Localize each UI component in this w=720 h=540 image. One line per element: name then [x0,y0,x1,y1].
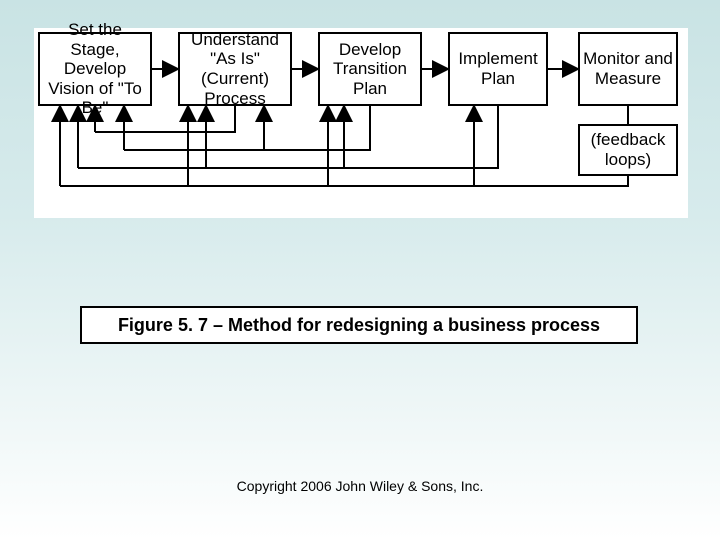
figure-caption-text: Figure 5. 7 – Method for redesigning a b… [118,315,600,336]
diagram-panel: Set the Stage, Develop Vision of "To Be"… [34,28,688,218]
copyright-text: Copyright 2006 John Wiley & Sons, Inc. [237,478,484,494]
flow-arrows [34,28,688,218]
copyright-line: Copyright 2006 John Wiley & Sons, Inc. [0,478,720,494]
figure-caption: Figure 5. 7 – Method for redesigning a b… [80,306,638,344]
